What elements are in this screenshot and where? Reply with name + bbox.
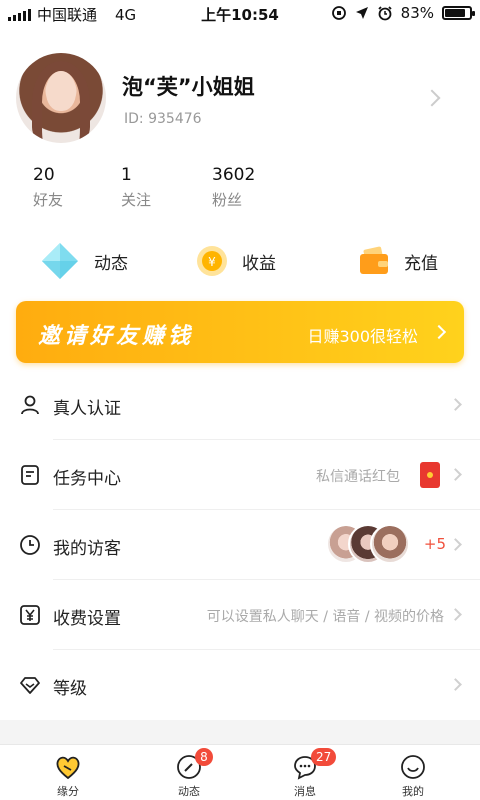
chevron-right-icon <box>423 89 441 107</box>
section-gap <box>0 720 480 744</box>
stat-following-label: 关注 <box>121 191 152 209</box>
clock-icon <box>20 535 40 555</box>
tab-dynamics[interactable]: 8 动态 <box>129 745 249 800</box>
heart-icon <box>56 756 80 780</box>
menu-visitors-label: 我的访客 <box>53 539 121 559</box>
menu-verification[interactable]: 真人认证 <box>0 370 480 440</box>
stat-fans-label: 粉丝 <box>212 191 243 209</box>
menu-fee-settings-label: 收费设置 <box>53 609 121 629</box>
chevron-right-icon <box>431 324 447 340</box>
menu-verification-label: 真人认证 <box>53 399 121 419</box>
stat-friends-label: 好友 <box>33 191 64 209</box>
tab-messages-badge: 27 <box>311 748 337 766</box>
menu-fee-settings[interactable]: 收费设置 可以设置私人聊天 / 语音 / 视频的价格 <box>0 580 480 650</box>
battery-percent: 83% <box>400 4 434 22</box>
smile-icon <box>401 755 425 779</box>
quick-actions: 动态 ¥ 收益 充值 <box>0 237 480 285</box>
visitor-avatar <box>370 524 410 564</box>
chevron-right-icon <box>449 538 462 551</box>
visitor-count: +5 <box>423 535 446 553</box>
chevron-right-icon <box>449 678 462 691</box>
menu-fee-settings-hint: 可以设置私人聊天 / 语音 / 视频的价格 <box>206 609 444 625</box>
tab-dynamics-label: 动态 <box>178 785 200 798</box>
coin-icon: ¥ <box>197 246 227 276</box>
status-bar: 中国联通 4G 上午10:54 83% <box>0 0 480 26</box>
status-right: 83% <box>331 4 475 22</box>
stats-row: 20 好友 1 关注 3602 粉丝 <box>0 165 480 217</box>
stat-friends[interactable]: 20 好友 <box>33 165 63 210</box>
invite-subtitle: 日赚300很轻松 <box>307 327 418 346</box>
profile-id-label: ID: <box>124 111 144 127</box>
quick-earnings[interactable]: ¥ 收益 <box>196 237 276 285</box>
quick-recharge[interactable]: 充值 <box>358 237 438 285</box>
profile-header[interactable]: 泡“芙”小姐姐 ID: 935476 <box>0 50 480 150</box>
menu-level[interactable]: 等级 <box>0 650 480 720</box>
chevron-right-icon <box>449 608 462 621</box>
profile-id-value: 935476 <box>148 111 202 127</box>
stat-friends-count: 20 <box>33 165 55 185</box>
avatar[interactable] <box>16 53 106 143</box>
tab-messages[interactable]: 27 消息 <box>245 745 365 800</box>
chevron-right-icon <box>449 398 462 411</box>
stat-fans[interactable]: 3602 粉丝 <box>212 165 255 210</box>
tab-fate-label: 缘分 <box>57 785 79 798</box>
stat-fans-count: 3602 <box>212 165 256 185</box>
person-icon <box>21 395 39 415</box>
svg-text:¥: ¥ <box>208 255 216 269</box>
quick-recharge-label: 充值 <box>404 253 438 274</box>
alarm-icon <box>378 6 392 21</box>
tab-fate[interactable]: 缘分 <box>8 745 128 800</box>
location-icon <box>355 7 368 19</box>
menu-task-center-hint: 私信通话红包 <box>316 469 400 485</box>
task-icon <box>21 465 39 485</box>
quick-earnings-label: 收益 <box>242 253 276 274</box>
tab-dynamics-badge: 8 <box>195 748 213 766</box>
level-icon <box>20 677 40 694</box>
tab-mine[interactable]: 我的 <box>353 745 473 800</box>
red-envelope-icon <box>420 462 440 488</box>
quick-dynamics[interactable]: 动态 <box>40 237 128 285</box>
profile-id: ID: 935476 <box>124 111 202 127</box>
wallet-icon <box>360 246 388 274</box>
menu-task-center[interactable]: 任务中心 私信通话红包 <box>0 440 480 510</box>
stat-following-count: 1 <box>121 165 132 185</box>
tab-bar: 缘分 8 动态 27 消息 我的 <box>0 744 480 800</box>
chevron-right-icon <box>449 468 462 481</box>
invite-banner[interactable]: 邀请好友赚钱 日赚300很轻松 <box>16 301 464 363</box>
battery-icon <box>442 6 475 20</box>
menu-level-label: 等级 <box>53 679 87 699</box>
tab-messages-label: 消息 <box>294 785 316 798</box>
rotation-lock-icon <box>331 6 346 20</box>
profile-name: 泡“芙”小姐姐 <box>122 75 255 99</box>
invite-title: 邀请好友赚钱 <box>38 324 195 349</box>
menu-visitors[interactable]: 我的访客 +5 <box>0 510 480 580</box>
menu-task-center-label: 任务中心 <box>53 469 121 489</box>
quick-dynamics-label: 动态 <box>94 253 128 274</box>
visitor-avatars <box>326 524 416 566</box>
yuan-icon <box>20 605 40 625</box>
tab-mine-label: 我的 <box>402 785 424 798</box>
dynamics-icon <box>42 243 78 279</box>
stat-following[interactable]: 1 关注 <box>121 165 151 210</box>
